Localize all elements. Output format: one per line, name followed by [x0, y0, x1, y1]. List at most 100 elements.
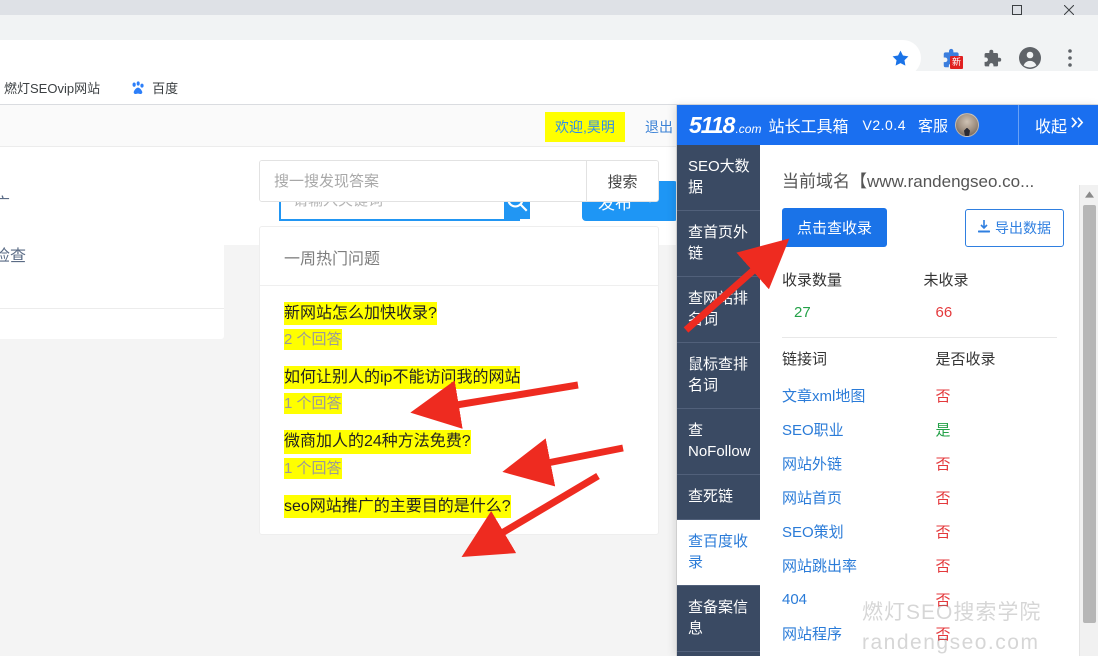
browser-toolbar: 新 — [0, 15, 1098, 76]
collapse-label: 收起 — [1034, 119, 1067, 136]
table-row[interactable]: 文章xml地图 否 — [782, 378, 1065, 412]
extension-new-badge: 新 — [950, 56, 964, 69]
center-column: 搜索 一周热门问题 新网站怎么加快收录? 2 个回答 如何让别人的ip不能访问我… — [259, 160, 659, 535]
indexed-flag: 否 — [935, 625, 951, 643]
5118-toolbox-panel: 5118 .com 站长工具箱 V2.0.4 客服 收起 SEO大数据 查首页外… — [676, 105, 1098, 656]
indexed-flag: 否 — [935, 387, 951, 405]
question-title[interactable]: 如何让别人的ip不能访问我的网站 — [284, 366, 521, 390]
check-index-button[interactable]: 点击查收录 — [782, 208, 888, 247]
bookmark-item-baidu[interactable]: 百度 — [124, 76, 184, 99]
logo-dotcom: .com — [735, 122, 762, 136]
table-row[interactable]: 网站跳出率 否 — [782, 548, 1065, 582]
bookmark-item-randengseo[interactable]: 燃灯SEOvip网站 — [0, 76, 106, 99]
panel-nav-nofollow[interactable]: 查NoFollow — [677, 409, 760, 475]
table-row[interactable]: 网站程序 否 — [782, 616, 1065, 650]
link-word[interactable]: 网站外链 — [782, 453, 924, 474]
panel-support-link[interactable]: 客服 — [918, 115, 948, 136]
panel-nav-mouse-rank-words[interactable]: 鼠标查排名词 — [677, 343, 760, 409]
indexed-flag: 是 — [935, 421, 951, 439]
left-sidebar-item-promotion[interactable]: 推广 — [0, 176, 224, 228]
extension-puzzle-blue-icon[interactable]: 新 — [936, 42, 968, 74]
stat-label: 未收录 — [923, 272, 969, 289]
link-word[interactable]: SEO职业 — [782, 419, 924, 440]
panel-nav-icp-info[interactable]: 查备案信息 — [677, 586, 760, 652]
scroll-up-arrow-icon[interactable] — [1080, 185, 1098, 203]
table-row[interactable]: 404 否 — [782, 582, 1065, 616]
indexed-flag: 否 — [935, 523, 951, 541]
table-row[interactable]: 网站首页 否 — [782, 480, 1065, 514]
column-header-indexed: 是否收录 — [935, 350, 996, 368]
window-close-button[interactable] — [1046, 0, 1092, 15]
link-word[interactable]: 网站程序 — [782, 623, 924, 644]
question-answer-count: 1 个回答 — [284, 457, 342, 479]
logout-link[interactable]: 退出 — [645, 117, 673, 137]
question-answer-count: 1 个回答 — [284, 393, 342, 415]
indexed-flag: 否 — [935, 455, 951, 473]
link-word[interactable]: 404 — [782, 591, 924, 608]
stat-value: 27 — [794, 304, 811, 321]
ask-search-input[interactable] — [260, 161, 586, 201]
panel-actions: 点击查收录 导出数据 — [760, 192, 1079, 247]
column-header-word: 链接词 — [782, 350, 828, 368]
double-chevron-right-icon — [1070, 116, 1085, 134]
left-sidebar: 推广 链检查 — [0, 150, 224, 339]
bookmark-star-icon[interactable] — [884, 42, 916, 74]
link-word[interactable]: 文章xml地图 — [782, 385, 924, 406]
export-data-button[interactable]: 导出数据 — [965, 208, 1065, 247]
panel-nav-dead-links[interactable]: 查死链 — [677, 475, 760, 520]
panel-nav-site-rank-words[interactable]: 查网站排名词 — [677, 277, 760, 343]
panel-collapse-button[interactable]: 收起 — [1017, 105, 1098, 145]
panel-body: SEO大数据 查首页外链 查网站排名词 鼠标查排名词 查NoFollow 查死链… — [677, 145, 1098, 656]
question-answer-count: 2 个回答 — [284, 329, 342, 351]
stat-not-indexed: 未收录 66 — [924, 269, 1066, 321]
chrome-menu-icon[interactable] — [1054, 42, 1086, 74]
table-row[interactable]: 网站外链 否 — [782, 446, 1065, 480]
logo-mark: 5118 — [689, 112, 735, 138]
table-row[interactable]: SEO职业 是 — [782, 412, 1065, 446]
hot-questions-title: 一周热门问题 — [260, 227, 658, 286]
table-header-row: 链接词 是否收录 — [782, 338, 1065, 378]
question-title[interactable]: 微商加人的24种方法免费? — [284, 430, 471, 454]
panel-scrollbar[interactable] — [1079, 185, 1098, 656]
window-maximize-button[interactable] — [994, 0, 1040, 15]
list-item[interactable]: 微商加人的24种方法免费? 1 个回答 — [284, 430, 634, 479]
panel-header: 5118 .com 站长工具箱 V2.0.4 客服 收起 — [677, 105, 1098, 145]
ask-search-button[interactable]: 搜索 — [586, 161, 658, 201]
question-title[interactable]: 新网站怎么加快收录? — [284, 302, 437, 326]
list-item[interactable]: 新网站怎么加快收录? 2 个回答 — [284, 302, 634, 351]
index-table: 链接词 是否收录 文章xml地图 否 SEO职业 是 网站外链 否 网站首页 否… — [760, 338, 1079, 656]
extensions-icon[interactable] — [976, 42, 1008, 74]
table-row[interactable]: SEO策划 否 — [782, 514, 1065, 548]
ask-search-box[interactable]: 搜索 — [259, 160, 659, 202]
5118-logo: 5118 .com — [689, 113, 761, 137]
panel-subtitle: 站长工具箱 — [768, 119, 849, 136]
link-word[interactable]: SEO策划 — [782, 521, 924, 542]
welcome-user-label: 欢迎,昊明 — [545, 112, 625, 142]
baidu-paw-icon — [130, 80, 146, 96]
stat-label: 收录数量 — [782, 272, 843, 289]
list-item[interactable]: 如何让别人的ip不能访问我的网站 1 个回答 — [284, 366, 634, 415]
hot-questions-card: 一周热门问题 新网站怎么加快收录? 2 个回答 如何让别人的ip不能访问我的网站… — [259, 226, 659, 535]
profile-icon[interactable] — [1014, 42, 1046, 74]
support-avatar-icon — [955, 113, 979, 137]
panel-nav-homepage-backlinks[interactable]: 查首页外链 — [677, 211, 760, 277]
indexed-flag: 否 — [935, 557, 951, 575]
browser-titlebar — [0, 0, 1098, 15]
indexed-flag: 否 — [935, 489, 951, 507]
scrollbar-thumb[interactable] — [1083, 205, 1096, 623]
panel-nav-banned-words[interactable]: 违规词查询 — [677, 652, 760, 656]
bookmark-label: 燃灯SEOvip网站 — [4, 81, 101, 96]
current-domain-label: 当前域名【www.randengseo.co... — [782, 172, 1035, 191]
link-word[interactable]: 网站首页 — [782, 487, 924, 508]
hot-questions-list: 新网站怎么加快收录? 2 个回答 如何让别人的ip不能访问我的网站 1 个回答 … — [260, 286, 658, 518]
left-sidebar-item-linkcheck[interactable]: 链检查 — [0, 228, 224, 280]
panel-sidebar: SEO大数据 查首页外链 查网站排名词 鼠标查排名词 查NoFollow 查死链… — [677, 145, 760, 656]
list-item[interactable]: seo网站推广的主要目的是什么? — [284, 494, 634, 518]
panel-nav-baidu-index[interactable]: 查百度收录 — [677, 520, 760, 586]
question-title[interactable]: seo网站推广的主要目的是什么? — [284, 494, 511, 518]
link-word[interactable]: 网站跳出率 — [782, 555, 924, 576]
export-label: 导出数据 — [995, 219, 1052, 236]
panel-nav-seo-bigdata[interactable]: SEO大数据 — [677, 145, 760, 211]
table-row[interactable]: 网站设计 是 — [782, 650, 1065, 656]
panel-version: V2.0.4 — [862, 117, 906, 133]
